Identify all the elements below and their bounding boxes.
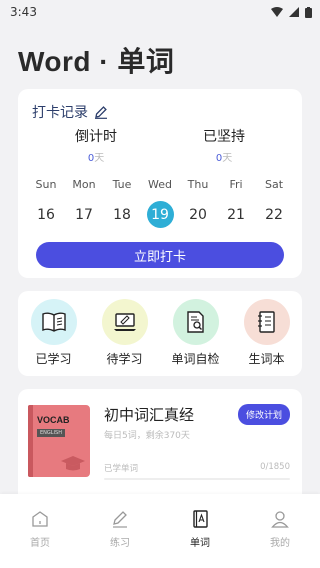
laptop-icon [113, 313, 136, 331]
day-number: 17 [75, 206, 93, 223]
persist-stat: 已坚持 0天 [160, 127, 288, 169]
checkin-stats: 倒计时 0天 已坚持 0天 [32, 127, 288, 169]
plan-progress-row: 已学单词 0/1850 [104, 462, 290, 474]
progress-bar [104, 478, 290, 480]
book-cover: VOCAB ENGLISH [28, 405, 90, 477]
graduation-cap-icon [61, 456, 85, 471]
day-number-today: 19 [146, 201, 174, 228]
feature-label: 单词自检 [171, 352, 220, 366]
feature-icon-circle [172, 299, 219, 345]
feature-label: 生词本 [248, 352, 285, 366]
day-name: Thu [187, 178, 209, 191]
feature-new-words[interactable]: 生词本 [235, 299, 299, 367]
countdown-value: 0天 [87, 153, 105, 164]
tab-practice[interactable]: 练习 [95, 510, 145, 549]
day-name: Sat [264, 178, 284, 191]
day-wed[interactable]: Wed 19 [146, 177, 174, 228]
profile-icon [271, 511, 289, 528]
book-cover-tag: ENGLISH [37, 429, 65, 437]
book-spine [28, 405, 33, 477]
day-fri[interactable]: Fri 21 [222, 177, 250, 228]
notebook-icon [257, 311, 275, 333]
persist-label: 已坚持 [203, 129, 245, 145]
page-title: Word · 单词 [18, 46, 175, 77]
plan-subtitle: 每日5词，剩余370天 [104, 431, 190, 441]
tab-label: 练习 [110, 538, 130, 549]
features-card: 已学习 待学习 单词自检 生词本 [18, 291, 302, 376]
day-name: Mon [72, 178, 96, 191]
day-tue[interactable]: Tue 18 [108, 177, 136, 228]
feature-icon-circle [30, 299, 77, 345]
countdown-label: 倒计时 [75, 129, 117, 145]
tab-label: 首页 [30, 538, 50, 549]
document-search-icon [186, 311, 204, 333]
checkin-card: 打卡记录 倒计时 0天 已坚持 0天 Sun 16 Mon 17 Tue 18 Wed… [18, 89, 302, 278]
tab-label: 单词 [190, 538, 210, 549]
feature-to-learn[interactable]: 待学习 [93, 299, 157, 367]
bottom-tab-bar: 首页 练习 单词 我的 [0, 494, 320, 568]
tab-words[interactable]: 单词 [175, 510, 225, 549]
battery-icon [305, 6, 312, 18]
edit-plan-button[interactable]: 修改计划 [237, 404, 290, 425]
plan-info: 初中词汇真经 每日5词，剩余370天 修改计划 已学单词 0/1850 [104, 404, 290, 480]
day-number: 22 [265, 206, 283, 223]
progress-label: 已学单词 [104, 464, 139, 474]
status-icons [271, 6, 312, 18]
day-number: 20 [189, 206, 207, 223]
feature-learned[interactable]: 已学习 [22, 299, 86, 367]
feature-label: 已学习 [35, 352, 72, 366]
feature-icon-circle [243, 299, 290, 345]
day-sat[interactable]: Sat 22 [260, 177, 288, 228]
day-number: 16 [37, 206, 55, 223]
week-calendar: Sun 16 Mon 17 Tue 18 Wed 19 Thu 20 Fri 21 Sat 2… [32, 177, 288, 228]
day-thu[interactable]: Thu 20 [184, 177, 212, 228]
day-number: 18 [113, 206, 131, 223]
feature-icon-circle [101, 299, 148, 345]
day-number: 21 [227, 206, 245, 223]
day-name: Fri [229, 178, 243, 191]
wifi-icon [271, 7, 283, 17]
checkin-button[interactable]: 立即打卡 [36, 242, 284, 268]
signal-icon [289, 7, 299, 17]
day-name: Sun [35, 178, 57, 191]
book-cover-title: VOCAB [37, 415, 70, 425]
day-mon[interactable]: Mon 17 [70, 177, 98, 228]
open-book-icon [41, 312, 66, 332]
checkin-header[interactable]: 打卡记录 [32, 101, 288, 123]
status-time: 3:43 [10, 5, 37, 19]
tab-home[interactable]: 首页 [15, 510, 65, 549]
feature-self-check[interactable]: 单词自检 [164, 299, 228, 367]
progress-value: 0/1850 [260, 462, 290, 472]
persist-value: 0天 [215, 153, 233, 164]
edit-pencil-icon[interactable] [94, 105, 108, 119]
word-book-icon [193, 510, 208, 528]
tab-profile[interactable]: 我的 [255, 510, 305, 549]
feature-label: 待学习 [106, 352, 143, 366]
day-name: Wed [148, 178, 172, 191]
home-icon [32, 511, 48, 527]
tab-label: 我的 [270, 538, 290, 549]
day-sun[interactable]: Sun 16 [32, 177, 60, 228]
pencil-icon [113, 511, 127, 528]
checkin-header-label: 打卡记录 [32, 105, 88, 121]
status-bar: 3:43 [0, 0, 320, 24]
countdown-stat: 倒计时 0天 [32, 127, 160, 169]
day-name: Tue [112, 178, 132, 191]
